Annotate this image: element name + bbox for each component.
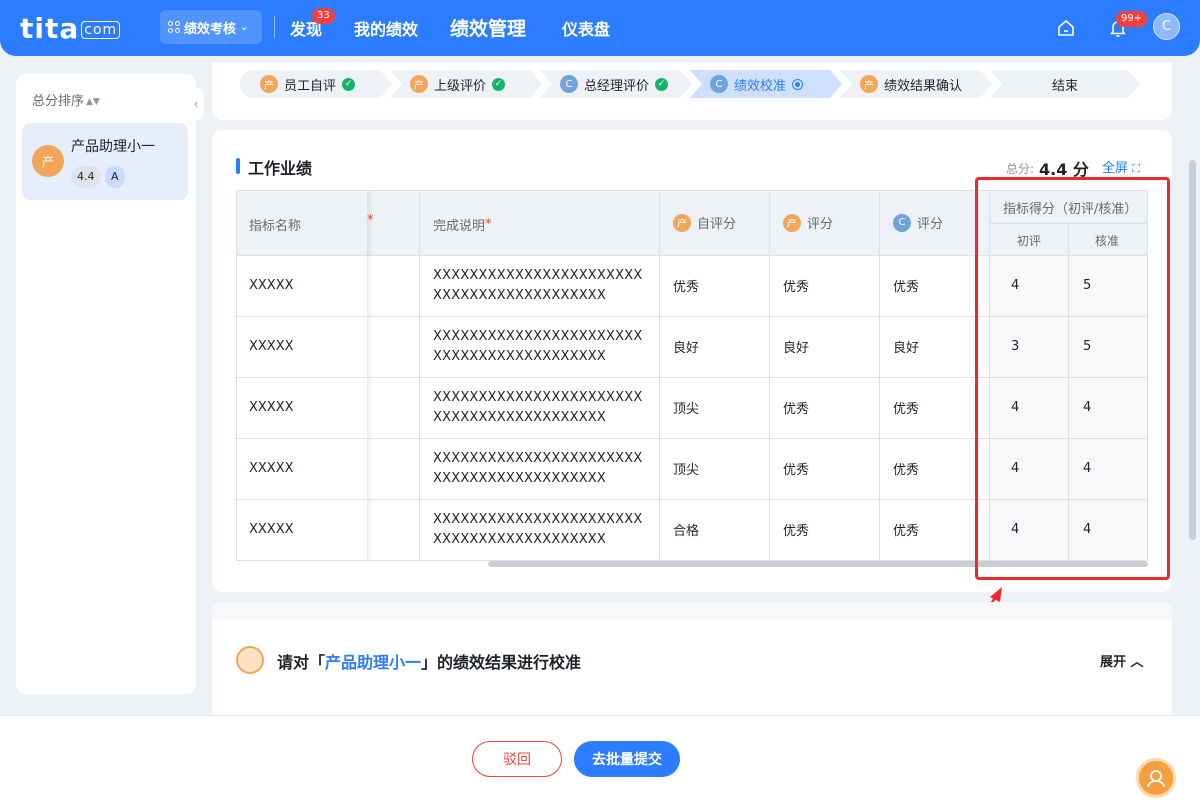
page-vertical-scrollbar[interactable] (1189, 160, 1196, 540)
home-icon[interactable] (1056, 18, 1076, 38)
manager-score: 优秀 (783, 402, 810, 417)
chevron-down-icon: ⌄ (240, 21, 249, 33)
workflow-steps: 产 员工自评 ✓ 产 上级评价 ✓ C 总经理评价 ✓ C 绩效校准 产 绩效结… (212, 62, 1172, 120)
check-icon: ✓ (655, 78, 668, 91)
nav-dashboard[interactable]: 仪表盘 (562, 16, 610, 40)
gm-avatar: C (893, 213, 911, 232)
batch-submit-button[interactable]: 去批量提交 (574, 741, 680, 777)
self-score: 良好 (673, 341, 700, 356)
self-score: 合格 (673, 524, 700, 539)
step-label: 员工自评 (284, 78, 337, 94)
step-avatar: 产 (410, 75, 428, 93)
apps-grid-icon (168, 21, 180, 33)
fullscreen-icon: ⛶ (1132, 162, 1140, 175)
manager-score: 良好 (783, 341, 810, 356)
gm-score: 优秀 (893, 524, 920, 539)
indicator-name: XXXXX (249, 522, 294, 537)
employee-score-chip: 4.4 (71, 166, 101, 188)
indicator-name: XXXXX (249, 278, 294, 293)
self-avatar: 产 (673, 213, 691, 232)
gm-score: 优秀 (893, 280, 920, 295)
module-switcher-button[interactable]: 绩效考核 ⌄ (160, 10, 262, 44)
employee-sidebar: 总分排序 ▲▼ 产 产品助理小一 4.4 A (16, 74, 196, 694)
self-score: 优秀 (673, 280, 700, 295)
mascot-avatar-icon (236, 646, 264, 674)
calibration-prompt: 请对「产品助理小一」的绩效结果进行校准 (277, 653, 582, 672)
completion-desc: XXXXXXXXXXXXXXXXXXXXXXX XXXXXXXXXXXXXXXXX… (433, 268, 643, 303)
support-assistant-button[interactable] (1136, 758, 1176, 798)
indicator-name: XXXXX (249, 400, 294, 415)
tita-logo[interactable]: tita com (20, 12, 121, 45)
step-label: 总经理评价 (584, 78, 650, 94)
completion-desc: XXXXXXXXXXXXXXXXXXXXXXX XXXXXXXXXXXXXXXXX… (433, 329, 643, 364)
gm-score: 良好 (893, 341, 920, 356)
collapse-sidebar-button[interactable]: ‹ (188, 88, 204, 120)
gm-score: 优秀 (893, 463, 920, 478)
nav-discover[interactable]: 发现 33 (290, 8, 335, 40)
sort-by-score[interactable]: 总分排序 ▲▼ (32, 90, 100, 109)
self-score: 顶尖 (673, 402, 700, 417)
notification-badge: 99+ (1116, 11, 1148, 27)
step-gm-review[interactable]: C 总经理评价 ✓ (540, 70, 692, 98)
section-title: 工作业绩 (248, 159, 313, 178)
calibration-person-name: 产品助理小一 (325, 653, 422, 672)
step-label: 上级评价 (434, 78, 487, 94)
check-icon: ✓ (492, 78, 505, 91)
action-footer: 驳回 去批量提交 (0, 715, 1200, 800)
employee-name: 产品助理小一 (71, 139, 155, 155)
chevron-left-icon: ‹ (193, 97, 199, 111)
step-label: 结束 (1051, 78, 1078, 94)
col-indicator-name: 指标名称 (249, 219, 302, 234)
manager-score: 优秀 (783, 280, 810, 295)
calibration-section: 请对「产品助理小一」的绩效结果进行校准 展开 ︿ (212, 602, 1172, 722)
completion-desc: XXXXXXXXXXXXXXXXXXXXXXX XXXXXXXXXXXXXXXXX… (433, 390, 643, 425)
self-score: 顶尖 (673, 463, 700, 478)
discover-badge: 33 (312, 8, 335, 24)
col-gm-score: C 评分 (893, 213, 943, 232)
employee-avatar: 产 (32, 145, 64, 177)
completion-desc: XXXXXXXXXXXXXXXXXXXXXXX XXXXXXXXXXXXXXXXX… (433, 451, 643, 486)
manager-avatar: 产 (783, 213, 801, 232)
module-label: 绩效考核 (184, 21, 237, 37)
user-avatar[interactable]: C (1153, 13, 1180, 40)
indicator-name: XXXXX (249, 461, 294, 476)
fullscreen-button[interactable]: 全屏 ⛶ (1102, 157, 1140, 176)
step-manager-review[interactable]: 产 上级评价 ✓ (390, 70, 542, 98)
step-label: 绩效校准 (734, 78, 787, 94)
col-self-score: 产自评分 (673, 213, 736, 232)
completion-desc: XXXXXXXXXXXXXXXXXXXXXXX XXXXXXXXXXXXXXXXX… (433, 512, 643, 547)
nav-my-performance[interactable]: 我的绩效 (354, 16, 418, 40)
step-avatar: C (710, 75, 728, 93)
annotation-highlight-box (975, 177, 1170, 580)
step-result-confirm[interactable]: 产 绩效结果确认 (840, 70, 992, 98)
manager-score: 优秀 (783, 524, 810, 539)
total-score-label: 总分: (1006, 162, 1035, 176)
col-completion-desc: 完成说明 * (433, 217, 492, 234)
check-icon: ✓ (342, 78, 355, 91)
employee-grade-chip: A (105, 166, 125, 188)
employee-card[interactable]: 产 产品助理小一 4.4 A (22, 123, 188, 200)
indicator-name: XXXXX (249, 339, 294, 354)
nav-performance-management[interactable]: 绩效管理 (450, 14, 526, 41)
reject-button[interactable]: 驳回 (472, 741, 562, 777)
step-end[interactable]: 结束 (990, 70, 1140, 98)
step-avatar: C (560, 75, 578, 93)
manager-score: 优秀 (783, 463, 810, 478)
step-self-review[interactable]: 产 员工自评 ✓ (240, 70, 392, 98)
step-avatar: 产 (860, 75, 878, 93)
section-accent-bar (236, 158, 240, 174)
current-step-icon (792, 79, 803, 90)
sort-icon: ▲▼ (86, 97, 100, 107)
nav-divider (274, 16, 275, 38)
top-navbar: tita com 绩效考核 ⌄ 发现 33 我的绩效 绩效管理 仪表盘 99+ C (0, 0, 1200, 56)
calibration-top-band (212, 602, 1172, 620)
step-label: 绩效结果确认 (884, 78, 963, 94)
expand-toggle[interactable]: 展开 ︿ (1100, 651, 1144, 670)
chevron-up-icon: ︿ (1130, 655, 1144, 670)
col-manager-score: 产评分 (783, 213, 833, 232)
support-agent-icon (1147, 770, 1165, 788)
step-calibration[interactable]: C 绩效校准 (690, 70, 842, 98)
step-avatar: 产 (260, 75, 278, 93)
gm-score: 优秀 (893, 402, 920, 417)
